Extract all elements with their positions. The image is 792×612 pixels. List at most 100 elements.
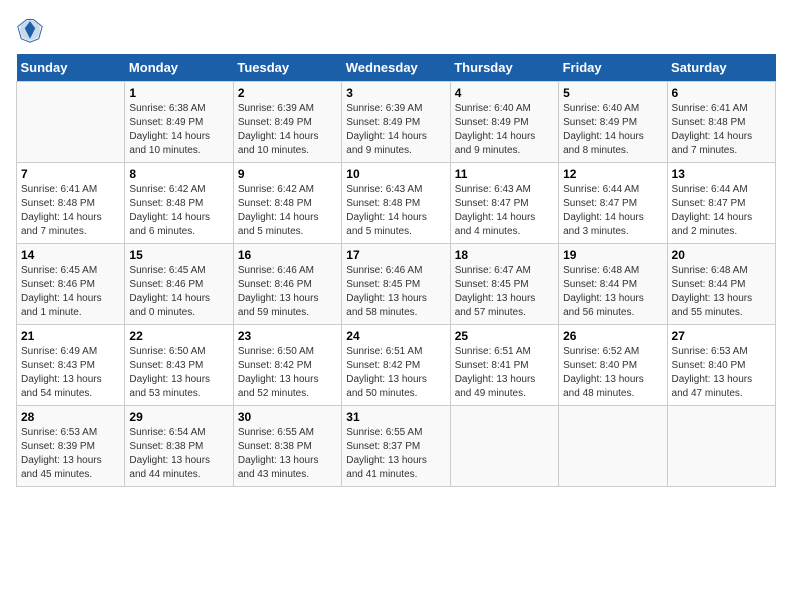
day-number: 22 [129,329,228,343]
calendar-cell: 8 Sunrise: 6:42 AM Sunset: 8:48 PM Daylig… [125,163,233,244]
calendar-cell: 21Sunrise: 6:49 AM Sunset: 8:43 PM Dayli… [17,325,125,406]
calendar-cell: 6Sunrise: 6:41 AM Sunset: 8:48 PM Daylig… [667,82,775,163]
day-info: Sunrise: 6:41 AM Sunset: 8:48 PM Dayligh… [21,183,120,239]
day-number: 15 [129,248,228,262]
page-header [16,16,776,44]
day-number: 1 [129,86,228,100]
calendar-cell: 22 Sunrise: 6:50 AM Sunset: 8:43 PM Dayli… [125,325,233,406]
calendar-cell: 5Sunrise: 6:40 AM Sunset: 8:49 PM Daylig… [559,82,667,163]
calendar-week-row: 1 Sunrise: 6:38 AM Sunset: 8:49 PM Daylig… [17,82,776,163]
calendar-cell: 20 Sunrise: 6:48 AM Sunset: 8:44 PM Dayli… [667,244,775,325]
calendar-header-row: SundayMondayTuesdayWednesdayThursdayFrid… [17,54,776,82]
day-of-week-header: Friday [559,54,667,82]
day-info: Sunrise: 6:47 AM Sunset: 8:45 PM Dayligh… [455,264,554,320]
day-info: Sunrise: 6:51 AM Sunset: 8:42 PM Dayligh… [346,345,445,401]
calendar-cell: 12 Sunrise: 6:44 AM Sunset: 8:47 PM Dayli… [559,163,667,244]
day-info: Sunrise: 6:46 AM Sunset: 8:46 PM Dayligh… [238,264,337,320]
generalblue-icon [16,16,44,44]
day-info: Sunrise: 6:53 AM Sunset: 8:40 PM Dayligh… [672,345,771,401]
day-info: Sunrise: 6:44 AM Sunset: 8:47 PM Dayligh… [563,183,662,239]
day-info: Sunrise: 6:40 AM Sunset: 8:49 PM Dayligh… [563,102,662,158]
day-info: Sunrise: 6:40 AM Sunset: 8:49 PM Dayligh… [455,102,554,158]
day-of-week-header: Monday [125,54,233,82]
day-info: Sunrise: 6:42 AM Sunset: 8:48 PM Dayligh… [129,183,228,239]
calendar-cell: 24 Sunrise: 6:51 AM Sunset: 8:42 PM Dayli… [342,325,450,406]
calendar-cell [17,82,125,163]
day-number: 24 [346,329,445,343]
day-info: Sunrise: 6:45 AM Sunset: 8:46 PM Dayligh… [21,264,120,320]
day-info: Sunrise: 6:54 AM Sunset: 8:38 PM Dayligh… [129,426,228,482]
day-number: 8 [129,167,228,181]
day-of-week-header: Saturday [667,54,775,82]
calendar-cell: 3 Sunrise: 6:39 AM Sunset: 8:49 PM Daylig… [342,82,450,163]
day-info: Sunrise: 6:48 AM Sunset: 8:44 PM Dayligh… [672,264,771,320]
calendar-cell: 28Sunrise: 6:53 AM Sunset: 8:39 PM Dayli… [17,406,125,487]
calendar-cell: 7 Sunrise: 6:41 AM Sunset: 8:48 PM Daylig… [17,163,125,244]
day-number: 13 [672,167,771,181]
calendar-cell [559,406,667,487]
day-info: Sunrise: 6:48 AM Sunset: 8:44 PM Dayligh… [563,264,662,320]
day-info: Sunrise: 6:42 AM Sunset: 8:48 PM Dayligh… [238,183,337,239]
day-info: Sunrise: 6:39 AM Sunset: 8:49 PM Dayligh… [238,102,337,158]
day-number: 17 [346,248,445,262]
calendar-cell: 4Sunrise: 6:40 AM Sunset: 8:49 PM Daylig… [450,82,558,163]
calendar-cell: 17 Sunrise: 6:46 AM Sunset: 8:45 PM Dayli… [342,244,450,325]
calendar-cell: 29 Sunrise: 6:54 AM Sunset: 8:38 PM Dayli… [125,406,233,487]
day-info: Sunrise: 6:55 AM Sunset: 8:38 PM Dayligh… [238,426,337,482]
day-number: 27 [672,329,771,343]
calendar-cell [450,406,558,487]
day-number: 9 [238,167,337,181]
day-number: 25 [455,329,554,343]
day-number: 20 [672,248,771,262]
day-number: 7 [21,167,120,181]
day-of-week-header: Tuesday [233,54,341,82]
calendar-cell: 15 Sunrise: 6:45 AM Sunset: 8:46 PM Dayli… [125,244,233,325]
calendar-week-row: 7 Sunrise: 6:41 AM Sunset: 8:48 PM Daylig… [17,163,776,244]
day-info: Sunrise: 6:50 AM Sunset: 8:42 PM Dayligh… [238,345,337,401]
day-number: 3 [346,86,445,100]
calendar-cell: 14 Sunrise: 6:45 AM Sunset: 8:46 PM Dayli… [17,244,125,325]
day-number: 18 [455,248,554,262]
calendar-cell: 18 Sunrise: 6:47 AM Sunset: 8:45 PM Dayli… [450,244,558,325]
calendar-cell: 26 Sunrise: 6:52 AM Sunset: 8:40 PM Dayli… [559,325,667,406]
calendar-cell [667,406,775,487]
day-info: Sunrise: 6:41 AM Sunset: 8:48 PM Dayligh… [672,102,771,158]
calendar-cell: 2Sunrise: 6:39 AM Sunset: 8:49 PM Daylig… [233,82,341,163]
day-number: 14 [21,248,120,262]
day-number: 30 [238,410,337,424]
day-info: Sunrise: 6:50 AM Sunset: 8:43 PM Dayligh… [129,345,228,401]
day-info: Sunrise: 6:51 AM Sunset: 8:41 PM Dayligh… [455,345,554,401]
day-number: 26 [563,329,662,343]
day-number: 12 [563,167,662,181]
day-info: Sunrise: 6:46 AM Sunset: 8:45 PM Dayligh… [346,264,445,320]
day-info: Sunrise: 6:43 AM Sunset: 8:48 PM Dayligh… [346,183,445,239]
day-of-week-header: Wednesday [342,54,450,82]
calendar-cell: 25 Sunrise: 6:51 AM Sunset: 8:41 PM Dayli… [450,325,558,406]
calendar-cell: 1 Sunrise: 6:38 AM Sunset: 8:49 PM Daylig… [125,82,233,163]
calendar-cell: 10 Sunrise: 6:43 AM Sunset: 8:48 PM Dayli… [342,163,450,244]
day-info: Sunrise: 6:39 AM Sunset: 8:49 PM Dayligh… [346,102,445,158]
day-info: Sunrise: 6:45 AM Sunset: 8:46 PM Dayligh… [129,264,228,320]
day-number: 28 [21,410,120,424]
logo [16,16,48,44]
day-info: Sunrise: 6:43 AM Sunset: 8:47 PM Dayligh… [455,183,554,239]
day-number: 16 [238,248,337,262]
day-info: Sunrise: 6:52 AM Sunset: 8:40 PM Dayligh… [563,345,662,401]
day-info: Sunrise: 6:55 AM Sunset: 8:37 PM Dayligh… [346,426,445,482]
calendar-cell: 27 Sunrise: 6:53 AM Sunset: 8:40 PM Dayli… [667,325,775,406]
day-number: 29 [129,410,228,424]
day-number: 21 [21,329,120,343]
day-of-week-header: Sunday [17,54,125,82]
day-number: 11 [455,167,554,181]
calendar-cell: 16 Sunrise: 6:46 AM Sunset: 8:46 PM Dayli… [233,244,341,325]
day-number: 10 [346,167,445,181]
calendar-week-row: 21Sunrise: 6:49 AM Sunset: 8:43 PM Dayli… [17,325,776,406]
day-info: Sunrise: 6:38 AM Sunset: 8:49 PM Dayligh… [129,102,228,158]
day-number: 23 [238,329,337,343]
calendar-table: SundayMondayTuesdayWednesdayThursdayFrid… [16,54,776,487]
day-of-week-header: Thursday [450,54,558,82]
calendar-cell: 13Sunrise: 6:44 AM Sunset: 8:47 PM Dayli… [667,163,775,244]
day-number: 19 [563,248,662,262]
calendar-cell: 23 Sunrise: 6:50 AM Sunset: 8:42 PM Dayli… [233,325,341,406]
calendar-week-row: 14 Sunrise: 6:45 AM Sunset: 8:46 PM Dayli… [17,244,776,325]
